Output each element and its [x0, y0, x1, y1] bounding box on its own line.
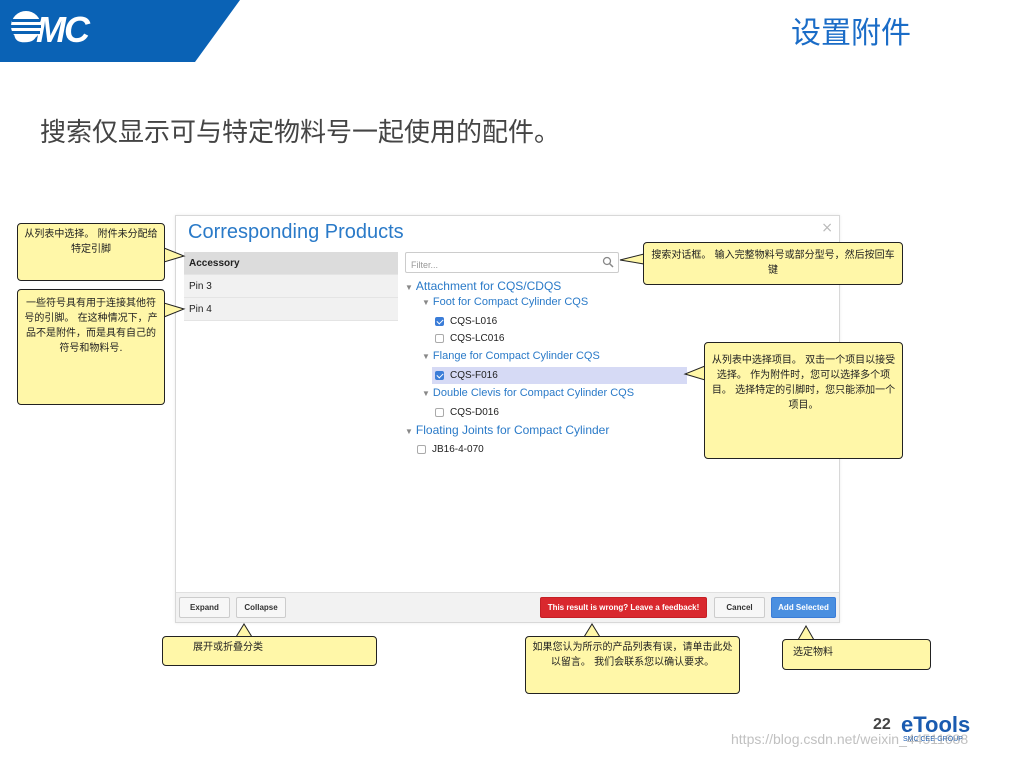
- tree-item[interactable]: CQS-L016: [435, 314, 497, 328]
- filter-input[interactable]: [406, 255, 586, 275]
- collapse-arrow-icon[interactable]: ▼: [405, 283, 413, 292]
- list-item-pin-4[interactable]: Pin 4: [184, 298, 398, 321]
- filter-box: [405, 252, 619, 275]
- watermark: https://blog.csdn.net/weixin_44511688: [731, 731, 969, 747]
- tree-subcategory-flange[interactable]: ▼ Flange for Compact Cylinder CQS: [422, 350, 600, 362]
- tree-subcategory-double-clevis[interactable]: ▼ Double Clevis for Compact Cylinder CQS: [422, 387, 634, 399]
- slide-title: 设置附件: [791, 16, 911, 51]
- search-icon[interactable]: [602, 256, 614, 268]
- tree-category-attachment[interactable]: ▼ Attachment for CQS/CDQS: [405, 279, 561, 293]
- dialog-footer: Expand Collapse This result is wrong? Le…: [176, 592, 839, 622]
- smc-logo: SMC: [10, 9, 132, 50]
- dialog-title: Corresponding Products: [188, 221, 404, 243]
- tree-subcategory-foot[interactable]: ▼ Foot for Compact Cylinder CQS: [422, 296, 588, 308]
- callout-pin-symbols: 一些符号具有用于连接其他符号的引脚。 在这种情况下，产品不是附件，而是具有自己的…: [17, 289, 165, 405]
- tree-item[interactable]: CQS-D016: [435, 405, 499, 419]
- callout-select-items: 从列表中选择项目。 双击一个项目以接受选择。 作为附件时，您可以选择多个项目。 …: [704, 342, 903, 459]
- collapse-arrow-icon[interactable]: ▼: [422, 298, 430, 307]
- tree-item-selected[interactable]: CQS-F016: [432, 367, 687, 384]
- add-selected-button[interactable]: Add Selected: [771, 597, 836, 618]
- callout-search-dialog: 搜索对话框。 输入完整物料号或部分型号，然后按回车键: [643, 242, 903, 285]
- collapse-arrow-icon[interactable]: ▼: [422, 389, 430, 398]
- collapse-button[interactable]: Collapse: [236, 597, 286, 618]
- checkbox-checked[interactable]: [435, 371, 444, 380]
- callout-select-from-list: 从列表中选择。 附件未分配给特定引脚: [17, 223, 165, 281]
- collapse-arrow-icon[interactable]: ▼: [422, 352, 430, 361]
- callout-expand-collapse: 展开或折叠分类: [162, 636, 377, 666]
- header-banner: SMC: [0, 0, 270, 62]
- checkbox[interactable]: [435, 407, 444, 417]
- close-icon[interactable]: ×: [821, 220, 833, 236]
- list-item-accessory[interactable]: Accessory: [184, 252, 398, 275]
- tree-category-floating-joints[interactable]: ▼ Floating Joints for Compact Cylinder: [405, 423, 609, 437]
- feedback-button[interactable]: This result is wrong? Leave a feedback!: [540, 597, 707, 618]
- pin-list: Accessory Pin 3 Pin 4: [184, 252, 398, 321]
- callout-feedback: 如果您认为所示的产品列表有误，请单击此处以留言。 我们会联系您以确认要求。: [525, 636, 740, 694]
- collapse-arrow-icon[interactable]: ▼: [405, 427, 413, 436]
- checkbox-checked[interactable]: [435, 316, 444, 326]
- cancel-button[interactable]: Cancel: [714, 597, 765, 618]
- smc-logo-icon: [11, 11, 41, 41]
- tree-item[interactable]: CQS-LC016: [435, 331, 504, 345]
- expand-button[interactable]: Expand: [179, 597, 230, 618]
- checkbox[interactable]: [435, 333, 444, 343]
- checkbox[interactable]: [417, 444, 426, 454]
- slide-subtitle: 搜索仅显示可与特定物料号一起使用的配件。: [40, 118, 561, 148]
- tree-item[interactable]: JB16-4-070: [417, 442, 484, 456]
- callout-add-selected: 选定物料: [782, 639, 931, 670]
- list-item-pin-3[interactable]: Pin 3: [184, 275, 398, 298]
